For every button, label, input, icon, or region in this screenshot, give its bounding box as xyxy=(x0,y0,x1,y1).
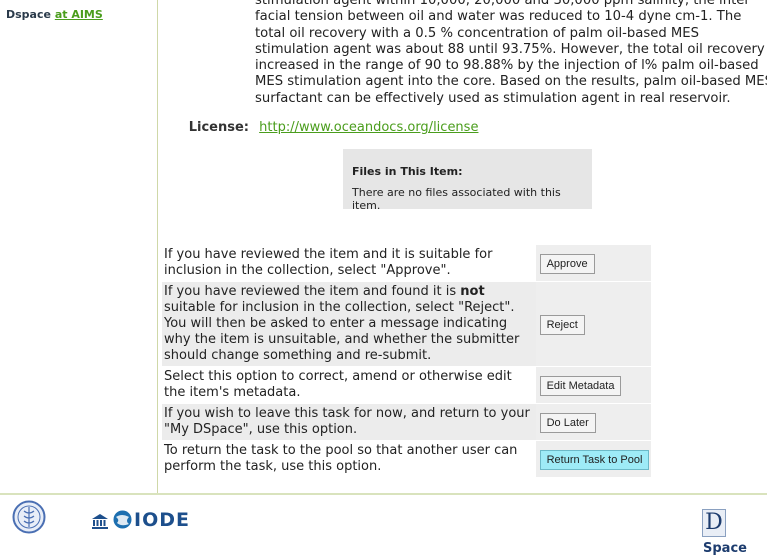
dspace-logo-text: Space xyxy=(703,541,747,556)
action-cell-approve: Approve xyxy=(535,245,651,281)
approve-button[interactable]: Approve xyxy=(539,254,595,274)
sidebar-aims-link[interactable]: at AIMS xyxy=(55,8,103,21)
action-cell-do-later: Do Later xyxy=(535,404,651,440)
action-text-return-to-pool: To return the task to the pool so that a… xyxy=(162,441,536,477)
action-text-edit-metadata: Select this option to correct, amend or … xyxy=(162,367,536,403)
reject-text-post: suitable for inclusion in the collection… xyxy=(164,300,520,363)
iode-logo[interactable]: IODE xyxy=(134,509,190,531)
action-row-edit-metadata: Select this option to correct, amend or … xyxy=(162,367,651,403)
footer-divider xyxy=(0,493,767,495)
abstract-text: stimulation agent within 10,000, 20,000 … xyxy=(255,0,767,106)
action-cell-reject: Reject xyxy=(535,282,651,366)
action-text-do-later: If you wish to leave this task for now, … xyxy=(162,404,536,440)
files-title: Files in This Item: xyxy=(352,165,463,178)
do-later-button[interactable]: Do Later xyxy=(539,413,596,433)
action-cell-return-to-pool: Return Task to Pool xyxy=(535,441,651,477)
reject-text-pre: If you have reviewed the item and found … xyxy=(164,284,461,299)
action-cell-edit-metadata: Edit Metadata xyxy=(535,367,651,403)
ioc-globe-logo-icon[interactable] xyxy=(113,510,132,529)
action-row-approve: If you have reviewed the item and it is … xyxy=(162,245,651,281)
sidebar-repository-label: Dspace at AIMS xyxy=(6,8,103,21)
action-text-approve: If you have reviewed the item and it is … xyxy=(162,245,536,281)
license-link[interactable]: http://www.oceandocs.org/license xyxy=(259,120,478,135)
workflow-actions-table: If you have reviewed the item and it is … xyxy=(162,245,651,477)
dspace-logo-d: D xyxy=(702,509,726,537)
files-empty-message: There are no files associated with this … xyxy=(352,186,561,212)
action-row-do-later: If you wish to leave this task for now, … xyxy=(162,404,651,440)
action-text-reject: If you have reviewed the item and found … xyxy=(162,282,536,366)
fao-logo-icon[interactable] xyxy=(12,500,46,534)
unesco-logo-icon[interactable] xyxy=(91,513,109,529)
dspace-logo[interactable]: D Space xyxy=(702,509,767,556)
license-row: License: http://www.oceandocs.org/licens… xyxy=(171,120,479,135)
sidebar-prefix: Dspace xyxy=(6,8,51,21)
files-box: Files in This Item: There are no files a… xyxy=(343,149,592,212)
sidebar: Dspace at AIMS xyxy=(0,0,158,493)
reject-text-bold: not xyxy=(460,284,485,299)
action-row-reject: If you have reviewed the item and found … xyxy=(162,282,651,366)
return-task-to-pool-button[interactable]: Return Task to Pool xyxy=(539,450,650,470)
footer: IODE D Space xyxy=(0,496,767,556)
edit-metadata-button[interactable]: Edit Metadata xyxy=(539,376,622,396)
license-label: License: xyxy=(188,120,249,135)
action-row-return-to-pool: To return the task to the pool so that a… xyxy=(162,441,651,477)
reject-button[interactable]: Reject xyxy=(539,315,585,335)
